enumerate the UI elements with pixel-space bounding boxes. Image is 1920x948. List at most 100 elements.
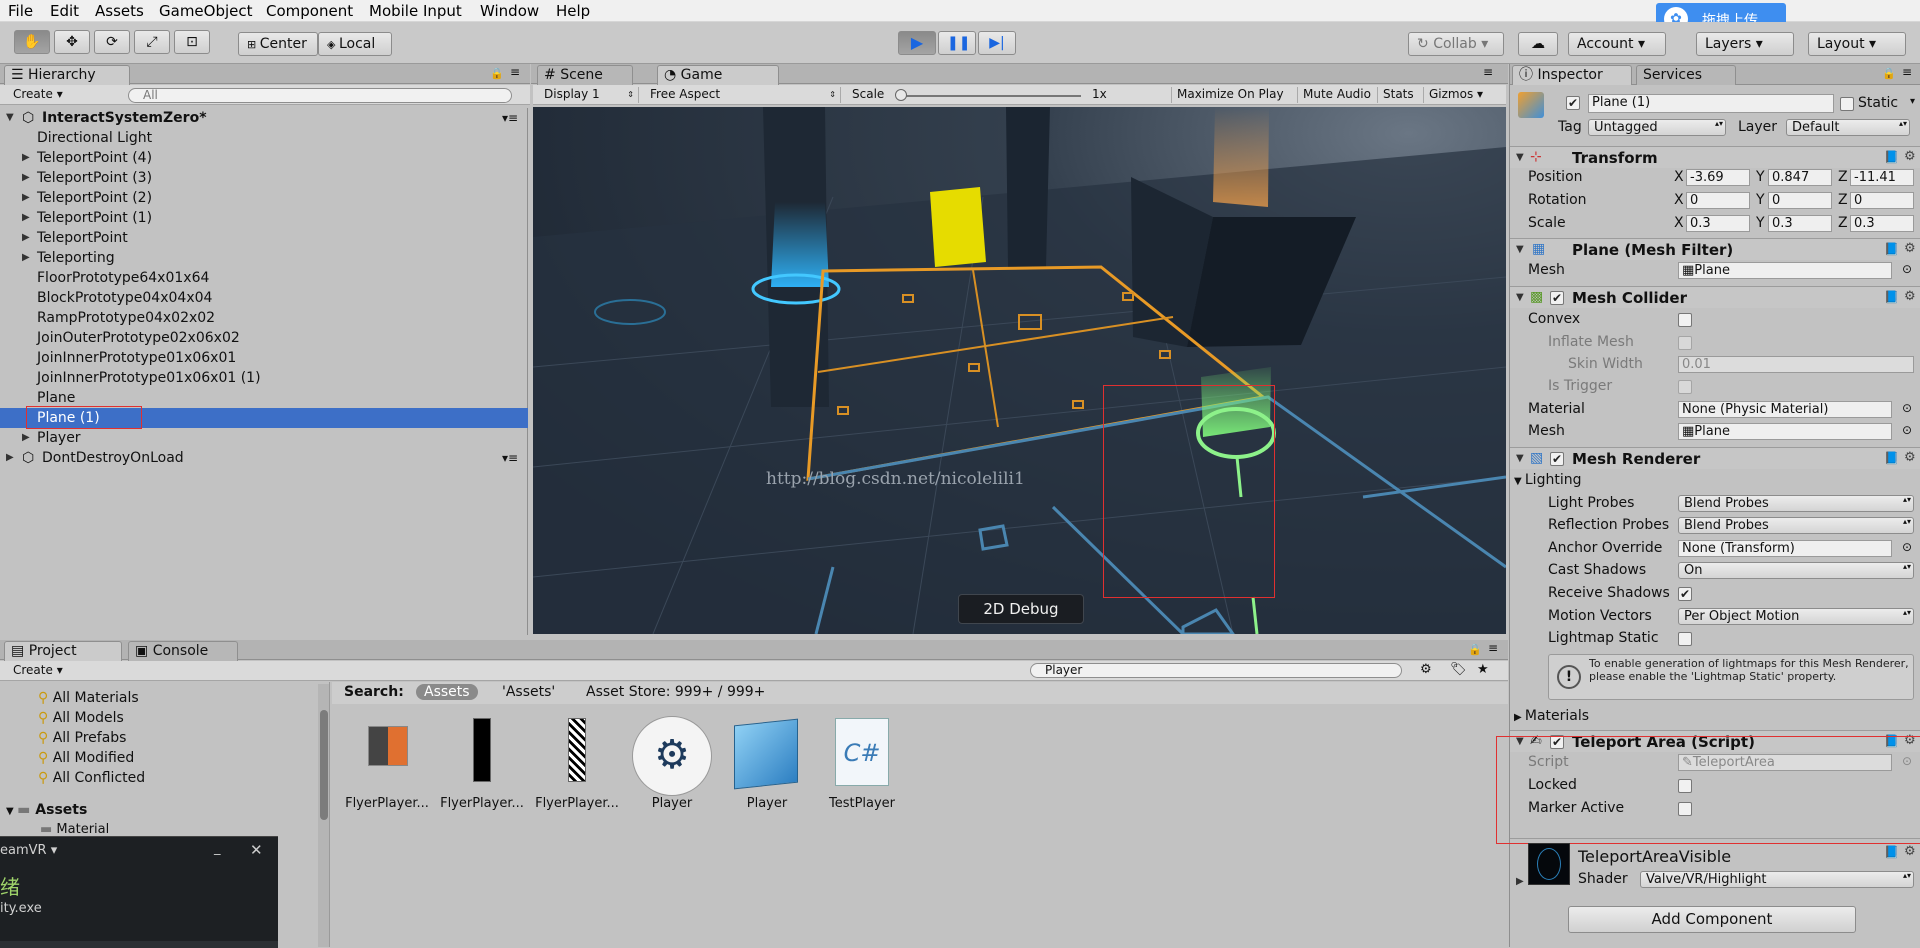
- layer-dropdown[interactable]: Default: [1786, 119, 1910, 136]
- mesh-collider-enabled-checkbox[interactable]: ✔: [1550, 291, 1564, 305]
- pivot-center-button[interactable]: ⊞ Center: [238, 32, 318, 56]
- move-tool-button[interactable]: ✥: [54, 30, 90, 54]
- cast-shadows-dropdown[interactable]: On: [1678, 562, 1914, 579]
- hierarchy-item[interactable]: ▶ Teleporting: [0, 248, 528, 268]
- asset-item[interactable]: FlyerPlayer...: [532, 716, 622, 816]
- rotation-z-field[interactable]: 0: [1850, 192, 1914, 209]
- lock-icon[interactable]: 🔒: [1468, 643, 1482, 656]
- cloud-button[interactable]: ☁: [1518, 32, 1558, 56]
- scale-slider-thumb[interactable]: [895, 89, 907, 101]
- menu-component[interactable]: Component: [266, 2, 353, 20]
- tab-project[interactable]: ▤ Project: [4, 641, 122, 661]
- scale-slider-track[interactable]: [899, 95, 1081, 97]
- rotation-x-field[interactable]: 0: [1686, 192, 1750, 209]
- collapse-icon[interactable]: ▼: [1516, 244, 1524, 255]
- pause-button[interactable]: ❚❚: [938, 31, 976, 55]
- 2d-debug-button[interactable]: 2D Debug: [958, 594, 1084, 624]
- layout-dropdown[interactable]: Layout ▾: [1808, 32, 1906, 56]
- filter-label-icon[interactable]: 🏷: [1450, 662, 1467, 677]
- position-x-field[interactable]: -3.69: [1686, 169, 1750, 186]
- layers-dropdown[interactable]: Layers ▾: [1696, 32, 1794, 56]
- shader-dropdown[interactable]: Valve/VR/Highlight: [1640, 871, 1914, 888]
- mesh-filter-header[interactable]: ▼ ▦ Plane (Mesh Filter) 📘 ⚙: [1510, 238, 1920, 260]
- tree-scrollbar[interactable]: [318, 684, 329, 947]
- tab-inspector[interactable]: ⓘ Inspector: [1512, 65, 1632, 85]
- expand-icon[interactable]: ▶: [22, 228, 30, 248]
- hierarchy-item[interactable]: JoinInnerPrototype01x06x01: [0, 348, 528, 368]
- game-viewport[interactable]: http://blog.csdn.net/nicolelili1 2D Debu…: [533, 107, 1506, 634]
- asset-item[interactable]: ⚙ Player: [627, 716, 717, 816]
- scale-z-field[interactable]: 0.3: [1850, 215, 1914, 232]
- rotate-tool-button[interactable]: ⟳: [94, 30, 130, 54]
- tab-hierarchy[interactable]: ☰ Hierarchy: [4, 65, 130, 85]
- collab-dropdown[interactable]: ↻ Collab ▾: [1408, 32, 1504, 56]
- mesh-field[interactable]: ▦Plane: [1678, 262, 1892, 279]
- help-book-icon[interactable]: 📘: [1884, 242, 1899, 256]
- hierarchy-item[interactable]: ▶ Player: [0, 428, 528, 448]
- hierarchy-item[interactable]: ▶ TeleportPoint (2): [0, 188, 528, 208]
- object-picker-icon[interactable]: ⊙: [1902, 262, 1912, 276]
- object-picker-icon[interactable]: ⊙: [1902, 401, 1912, 415]
- lock-icon[interactable]: 🔒: [490, 67, 504, 80]
- asset-item[interactable]: Player: [722, 716, 812, 816]
- tab-scene[interactable]: # Scene: [537, 65, 633, 85]
- display-dropdown[interactable]: Display 1 ⇕: [539, 87, 639, 103]
- expand-icon[interactable]: ▶: [6, 448, 14, 468]
- expand-icon[interactable]: ▶: [22, 248, 30, 268]
- gear-icon[interactable]: ⚙: [1904, 149, 1916, 164]
- gear-icon[interactable]: ⚙: [1904, 450, 1916, 465]
- reflection-probes-dropdown[interactable]: Blend Probes: [1678, 517, 1914, 534]
- close-icon[interactable]: ✕: [250, 841, 263, 859]
- object-picker-icon[interactable]: ⊙: [1902, 423, 1912, 437]
- asset-store-button[interactable]: Asset Store: 999+ / 999+: [586, 684, 765, 700]
- menu-edit[interactable]: Edit: [50, 2, 79, 20]
- anchor-override-field[interactable]: None (Transform): [1678, 540, 1892, 557]
- lighting-foldout[interactable]: ▼ Lighting: [1514, 472, 1581, 488]
- scale-x-field[interactable]: 0.3: [1686, 215, 1750, 232]
- dontdestroy-row[interactable]: ▶ ⬡ DontDestroyOnLoad ▾≡: [0, 448, 528, 468]
- hierarchy-item[interactable]: RampPrototype04x02x02: [0, 308, 528, 328]
- asset-item[interactable]: C# TestPlayer: [817, 716, 907, 816]
- tab-game[interactable]: ◔ Game: [657, 65, 779, 85]
- scene-row[interactable]: ▼ ⬡ InteractSystemZero* ▾≡: [0, 108, 528, 128]
- hierarchy-create-button[interactable]: Create ▾: [8, 87, 68, 103]
- assets-child[interactable]: ▬ Material: [40, 822, 109, 837]
- scale-y-field[interactable]: 0.3: [1768, 215, 1832, 232]
- collapse-icon[interactable]: ▼: [1516, 292, 1524, 303]
- tree-scroll-thumb[interactable]: [320, 710, 328, 820]
- lock-icon[interactable]: 🔒: [1882, 67, 1896, 80]
- light-probes-dropdown[interactable]: Blend Probes: [1678, 495, 1914, 512]
- static-checkbox[interactable]: [1840, 97, 1854, 111]
- collapse-icon[interactable]: ▼: [1516, 152, 1524, 163]
- asset-item[interactable]: FlyerPlayer...: [437, 716, 527, 816]
- maximize-toggle[interactable]: Maximize On Play: [1171, 87, 1289, 103]
- tab-console[interactable]: ▣ Console: [128, 641, 238, 661]
- favorite-item[interactable]: ⚲ All Modified: [38, 750, 134, 766]
- hierarchy-item[interactable]: FloorPrototype64x01x64: [0, 268, 528, 288]
- expand-icon[interactable]: ▶: [22, 208, 30, 228]
- hierarchy-item[interactable]: JoinOuterPrototype02x06x02: [0, 328, 528, 348]
- add-component-button[interactable]: Add Component: [1568, 906, 1856, 933]
- tab-services[interactable]: Services: [1636, 65, 1736, 85]
- panel-menu-icon[interactable]: ≡: [1488, 641, 1498, 655]
- collider-material-field[interactable]: None (Physic Material): [1678, 401, 1892, 418]
- asset-item[interactable]: FlyerPlayer...: [342, 716, 432, 816]
- expand-icon[interactable]: ▼: [6, 108, 14, 128]
- minimize-icon[interactable]: _: [214, 841, 221, 856]
- scene-menu-icon[interactable]: ▾≡: [502, 108, 518, 128]
- collapse-icon[interactable]: ▼: [1516, 453, 1524, 464]
- hierarchy-search[interactable]: All: [128, 88, 512, 103]
- favorite-item[interactable]: ⚲ All Conflicted: [38, 770, 145, 786]
- help-book-icon[interactable]: 📘: [1884, 290, 1899, 304]
- scene-menu-icon[interactable]: ▾≡: [502, 448, 518, 468]
- favorite-star-icon[interactable]: ★: [1477, 662, 1489, 677]
- gizmos-dropdown[interactable]: Gizmos ▾: [1423, 87, 1488, 103]
- rect-tool-button[interactable]: ⊡: [174, 30, 210, 54]
- help-book-icon[interactable]: 📘: [1884, 451, 1899, 465]
- expand-icon[interactable]: ▶: [1516, 876, 1524, 887]
- hierarchy-item[interactable]: ▶ TeleportPoint (1): [0, 208, 528, 228]
- hierarchy-item[interactable]: Plane: [0, 388, 528, 408]
- aspect-dropdown[interactable]: Free Aspect ⇕: [645, 87, 841, 103]
- mesh-renderer-header[interactable]: ▼ ▧ ✔ Mesh Renderer 📘 ⚙: [1510, 447, 1920, 469]
- mesh-collider-header[interactable]: ▼ ▩ ✔ Mesh Collider 📘 ⚙: [1510, 286, 1920, 308]
